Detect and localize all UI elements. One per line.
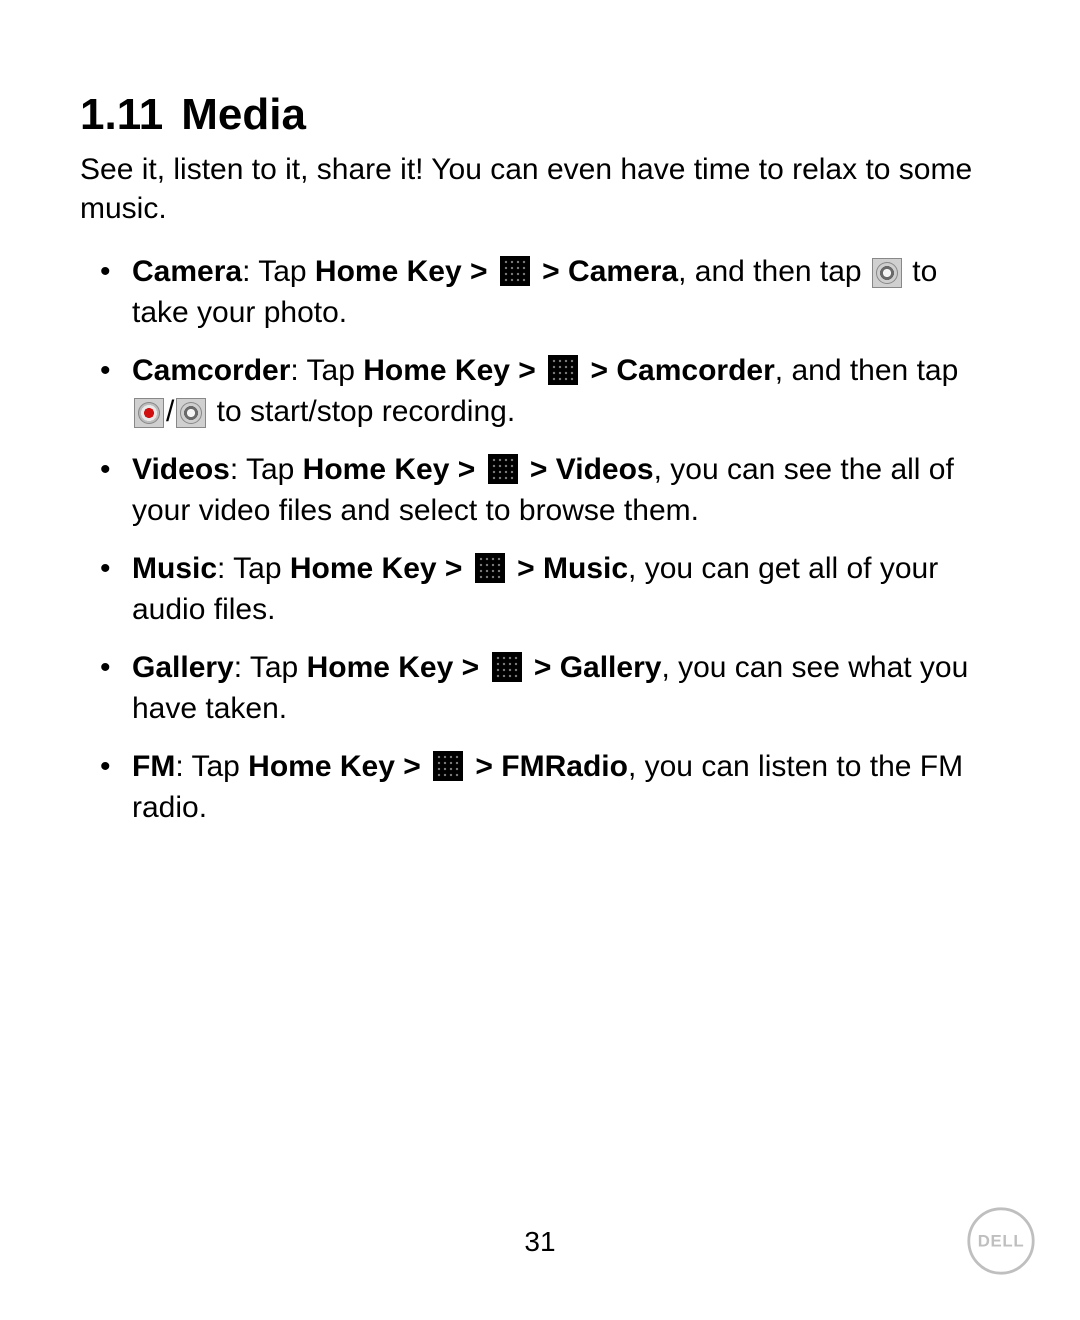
shutter-icon	[872, 258, 902, 288]
apps-grid-icon	[488, 454, 518, 484]
page-number: 31	[0, 1226, 1080, 1258]
record-icon	[134, 398, 164, 428]
text: >	[509, 552, 543, 585]
item-label: Camcorder	[132, 354, 290, 387]
item-label: FM	[132, 750, 175, 783]
list-item: Gallery: Tap Home Key > > Gallery, you c…	[132, 648, 1000, 729]
item-target: Videos	[556, 453, 654, 486]
intro-paragraph: See it, listen to it, share it! You can …	[80, 150, 1000, 228]
apps-grid-icon	[548, 355, 578, 385]
text: : Tap	[290, 354, 363, 387]
section-title-text: Media	[181, 90, 306, 139]
item-target: Music	[543, 552, 628, 585]
item-target: Gallery	[560, 651, 662, 684]
home-key-text: Home Key >	[363, 354, 544, 387]
item-target: FMRadio	[501, 750, 628, 783]
text: : Tap	[234, 651, 307, 684]
apps-grid-icon	[475, 553, 505, 583]
item-label: Camera	[132, 255, 242, 288]
list-item: Camcorder: Tap Home Key > > Camcorder, a…	[132, 351, 1000, 432]
list-item: Music: Tap Home Key > > Music, you can g…	[132, 549, 1000, 630]
text: : Tap	[230, 453, 303, 486]
apps-grid-icon	[433, 751, 463, 781]
item-label: Videos	[132, 453, 230, 486]
document-page: 1.11 Media See it, listen to it, share it…	[0, 0, 1080, 828]
media-list: Camera: Tap Home Key > > Camera, and the…	[80, 252, 1000, 828]
apps-grid-icon	[500, 256, 530, 286]
text: >	[526, 651, 560, 684]
list-item: Camera: Tap Home Key > > Camera, and the…	[132, 252, 1000, 333]
list-item: Videos: Tap Home Key > > Videos, you can…	[132, 450, 1000, 531]
item-label: Gallery	[132, 651, 234, 684]
section-heading: 1.11 Media	[80, 90, 1000, 140]
text: : Tap	[242, 255, 315, 288]
stop-record-icon	[176, 398, 206, 428]
text: to start/stop recording.	[208, 395, 515, 428]
svg-text:DELL: DELL	[978, 1232, 1025, 1251]
home-key-text: Home Key >	[307, 651, 488, 684]
home-key-text: Home Key >	[248, 750, 429, 783]
text: : Tap	[217, 552, 290, 585]
apps-grid-icon	[492, 652, 522, 682]
item-target: Camcorder	[616, 354, 774, 387]
dell-logo-icon: DELL	[966, 1206, 1036, 1276]
home-key-text: Home Key >	[290, 552, 471, 585]
text: : Tap	[175, 750, 248, 783]
text: >	[534, 255, 568, 288]
text: , and then tap	[775, 354, 959, 387]
text: /	[166, 395, 174, 428]
text: >	[467, 750, 501, 783]
item-target: Camera	[568, 255, 678, 288]
section-number: 1.11	[80, 90, 163, 139]
home-key-text: Home Key >	[303, 453, 484, 486]
item-label: Music	[132, 552, 217, 585]
home-key-text: Home Key >	[315, 255, 496, 288]
text: >	[582, 354, 616, 387]
list-item: FM: Tap Home Key > > FMRadio, you can li…	[132, 747, 1000, 828]
text: , and then tap	[678, 255, 870, 288]
text: >	[522, 453, 556, 486]
